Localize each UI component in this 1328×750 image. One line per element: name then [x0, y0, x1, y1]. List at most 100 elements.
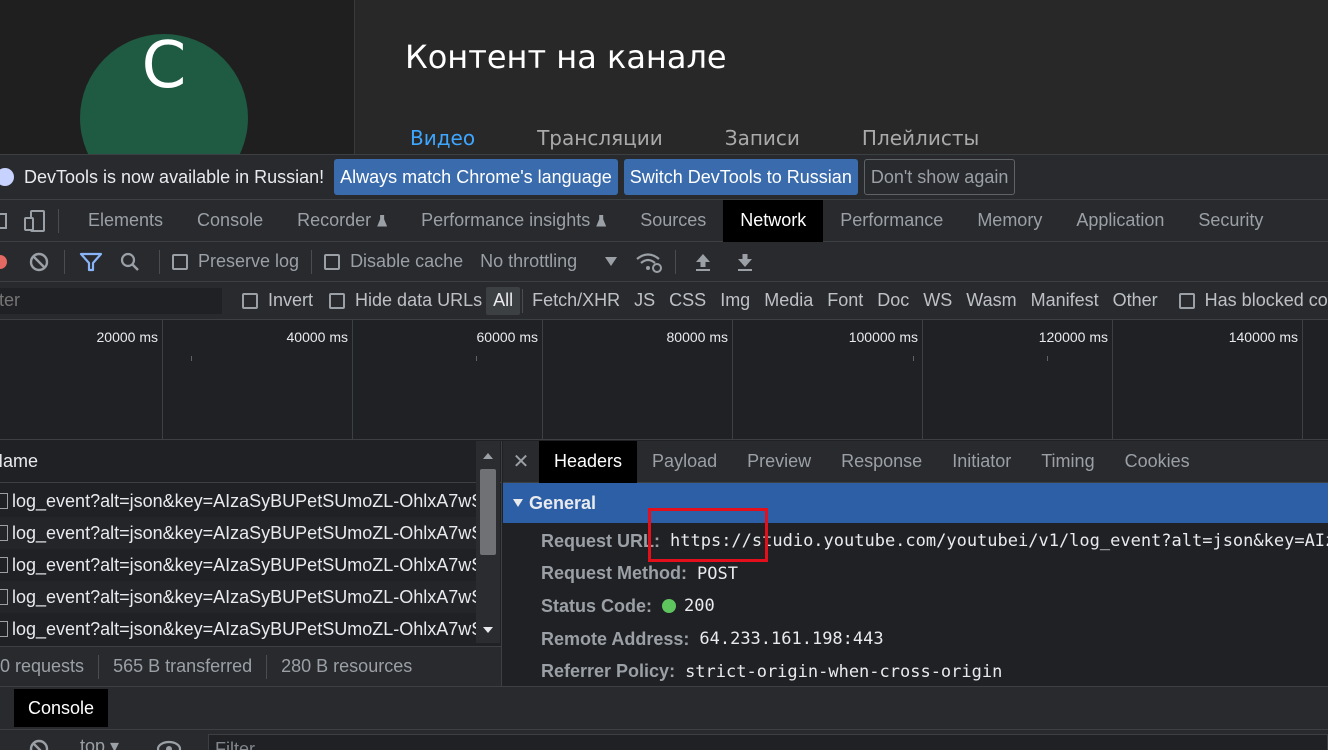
tab-application[interactable]: Application [1059, 200, 1181, 242]
has-blocked-cookies-label: Has blocked cookies [1204, 290, 1328, 310]
drawer-tab-console[interactable]: Console [14, 689, 109, 727]
filter-type-fetch-xhr[interactable]: Fetch/XHR [525, 287, 627, 315]
filter-input[interactable] [0, 287, 222, 314]
tab-preview[interactable]: Preview [732, 441, 826, 483]
network-overview-timeline[interactable]: 20000 ms 40000 ms 60000 ms 80000 ms 1000… [0, 320, 1328, 440]
request-row[interactable]: log_event?alt=json&key=AIzaSyBUPetSUmoZL… [0, 581, 476, 613]
checkbox-box[interactable] [172, 253, 188, 270]
inspect-element-icon[interactable] [0, 211, 10, 231]
header-key: Request URL: [541, 530, 661, 551]
filter-type-ws[interactable]: WS [916, 287, 959, 315]
request-details-panel: ✕ Headers Payload Preview Response Initi… [503, 441, 1328, 686]
tab-recorder[interactable]: Recorder [280, 200, 404, 242]
channel-avatar[interactable]: C [80, 29, 248, 154]
filter-type-doc[interactable]: Doc [870, 287, 916, 315]
filter-type-all[interactable]: All [486, 286, 521, 315]
network-filter-bar: Invert Hide data URLs All Fetch/XHR JS C… [0, 282, 1328, 320]
preserve-log-checkbox[interactable]: Preserve log [172, 251, 299, 272]
general-section-header[interactable]: General [503, 483, 1328, 523]
filter-type-other[interactable]: Other [1106, 287, 1165, 315]
toolbar-separator [675, 249, 677, 274]
tab-initiator[interactable]: Initiator [937, 441, 1026, 483]
eye-icon[interactable] [156, 739, 182, 750]
header-key: Referrer Policy: [541, 661, 676, 682]
tab-console[interactable]: Console [180, 200, 280, 242]
tab-cookies[interactable]: Cookies [1110, 441, 1205, 483]
console-filter-input[interactable]: Filter [208, 734, 1328, 750]
dont-show-again-button[interactable]: Don't show again [863, 159, 1016, 195]
export-har-icon[interactable] [734, 251, 756, 273]
scroll-up-arrow-icon[interactable] [483, 453, 493, 459]
summary-separator [266, 654, 268, 679]
tab-response[interactable]: Response [826, 441, 937, 483]
tab-security[interactable]: Security [1181, 200, 1280, 242]
tab-memory[interactable]: Memory [960, 200, 1059, 242]
filter-type-manifest[interactable]: Manifest [1024, 287, 1106, 315]
tab-headers[interactable]: Headers [539, 441, 638, 483]
tab-performance-insights-label: Performance insights [421, 210, 591, 230]
header-row-remote-address: Remote Address: 64.233.161.198:443 [503, 623, 1328, 656]
resources-size: 280 B resources [281, 656, 413, 676]
scroll-down-arrow-icon[interactable] [483, 627, 493, 633]
header-row-request-url: Request URL: https://studio.youtube.com/… [503, 525, 1328, 558]
studio-tab-playlists[interactable]: Плейлисты [862, 126, 979, 150]
context-selector[interactable]: top ▾ [80, 736, 119, 750]
filter-type-img[interactable]: Img [713, 287, 757, 315]
throttling-select[interactable]: No throttling [480, 251, 618, 272]
timeline-tick: 140000 ms [1113, 320, 1303, 440]
filter-type-wasm[interactable]: Wasm [959, 287, 1023, 315]
scroll-thumb[interactable] [480, 469, 496, 555]
filter-type-js[interactable]: JS [627, 287, 662, 315]
request-row[interactable]: log_event?alt=json&key=AIzaSyBUPetSUmoZL… [0, 613, 476, 645]
request-row[interactable]: log_event?alt=json&key=AIzaSyBUPetSUmoZL… [0, 485, 476, 517]
tab-elements[interactable]: Elements [71, 200, 180, 242]
disable-cache-checkbox[interactable]: Disable cache [324, 251, 463, 272]
request-list-scrollbar[interactable] [476, 441, 500, 643]
tab-sources[interactable]: Sources [623, 200, 723, 242]
remote-address-value: 64.233.161.198:443 [699, 629, 884, 650]
import-har-icon[interactable] [692, 251, 714, 273]
network-conditions-icon[interactable] [635, 250, 663, 274]
has-blocked-cookies-checkbox[interactable]: Has blocked cookies [1178, 290, 1328, 311]
toolbar-separator [159, 249, 160, 274]
search-icon[interactable] [119, 251, 141, 273]
filter-type-font[interactable]: Font [820, 287, 870, 315]
tab-network[interactable]: Network [723, 199, 824, 242]
timeline-tick-label: 140000 ms [1228, 329, 1298, 345]
filter-type-css[interactable]: CSS [662, 287, 713, 315]
switch-language-button[interactable]: Switch DevTools to Russian [623, 159, 858, 195]
experiment-flask-icon [377, 214, 388, 227]
tab-performance[interactable]: Performance [823, 200, 960, 242]
summary-separator [98, 654, 100, 679]
referrer-policy-value: strict-origin-when-cross-origin [685, 661, 1003, 682]
timeline-tick-label: 100000 ms [848, 329, 918, 345]
timeline-tick-label: 20000 ms [96, 329, 158, 345]
name-column-header[interactable]: Name [0, 441, 501, 483]
close-icon[interactable]: ✕ [503, 449, 539, 474]
device-toolbar-icon[interactable] [24, 209, 46, 233]
hide-data-urls-checkbox[interactable]: Hide data URLs [329, 290, 482, 311]
document-icon [0, 493, 8, 509]
invert-checkbox[interactable]: Invert [242, 290, 313, 311]
tab-payload[interactable]: Payload [637, 441, 732, 483]
studio-tab-live[interactable]: Трансляции [537, 126, 663, 150]
clear-console-icon[interactable] [28, 738, 50, 750]
checkbox-box[interactable] [1178, 292, 1195, 309]
record-icon[interactable] [0, 252, 8, 272]
studio-tab-video[interactable]: Видео [410, 126, 475, 150]
disable-cache-label: Disable cache [350, 251, 464, 271]
checkbox-box[interactable] [329, 292, 346, 309]
filter-type-media[interactable]: Media [757, 287, 820, 315]
timeline-request-mark [476, 356, 477, 361]
studio-tab-posts[interactable]: Записи [725, 126, 800, 150]
tab-performance-insights[interactable]: Performance insights [404, 200, 623, 242]
match-language-button[interactable]: Always match Chrome's language [334, 159, 618, 195]
request-row[interactable]: log_event?alt=json&key=AIzaSyBUPetSUmoZL… [0, 549, 476, 581]
tab-timing[interactable]: Timing [1026, 441, 1109, 483]
clear-icon[interactable] [28, 251, 50, 273]
preserve-log-label: Preserve log [198, 251, 300, 271]
checkbox-box[interactable] [324, 253, 341, 270]
checkbox-box[interactable] [242, 292, 258, 309]
request-row[interactable]: log_event?alt=json&key=AIzaSyBUPetSUmoZL… [0, 517, 476, 549]
filter-icon[interactable] [79, 251, 103, 273]
